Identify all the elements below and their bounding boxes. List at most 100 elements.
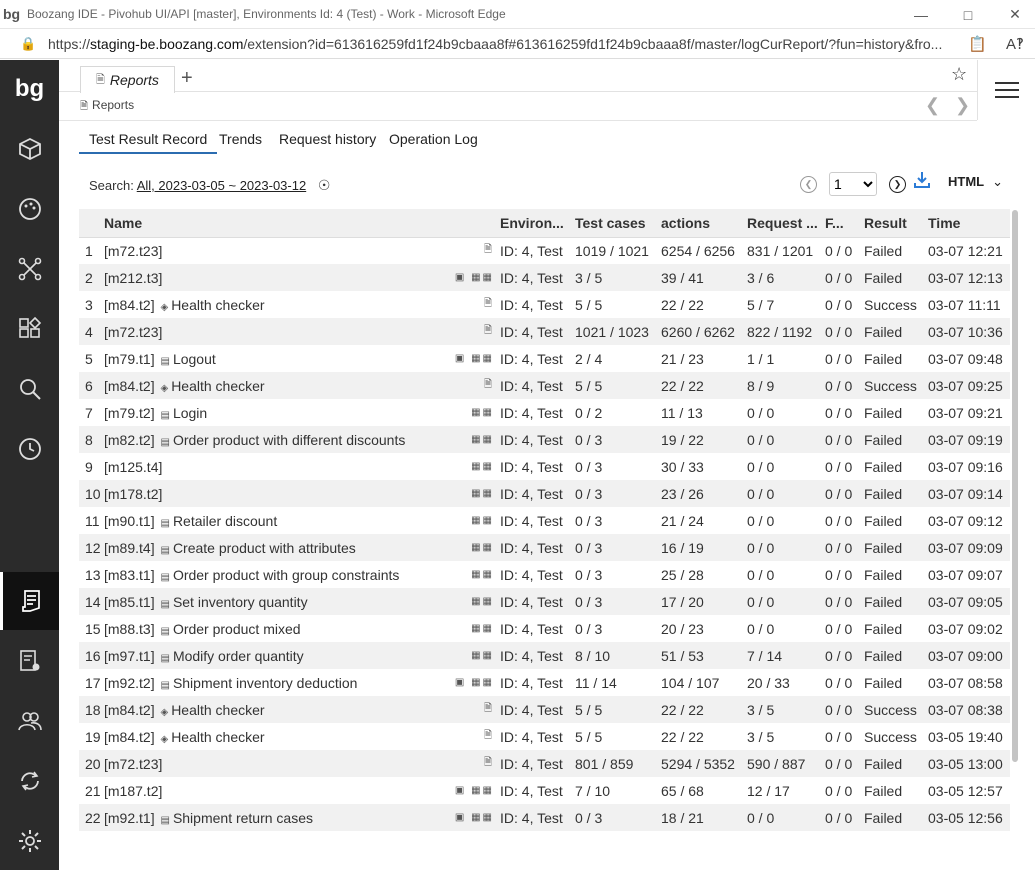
table-row[interactable]: 4 [m72.t23] 🗎 ID: 4, Test 1021 / 1023 6260 /… xyxy=(79,318,1010,345)
table-row[interactable]: 20 [m72.t23] 🗎 ID: 4, Test 801 / 859 5294 / … xyxy=(79,750,1010,777)
col-f[interactable]: F... xyxy=(825,209,864,238)
table-row[interactable]: 14 [m85.t1] ▤ Set inventory quantity ▦▦ ID: … xyxy=(79,588,1010,615)
table-row[interactable]: 6 [m84.t2] ◈ Health checker 🗎 ID: 4, Test 5 /… xyxy=(79,372,1010,399)
table-row[interactable]: 16 [m97.t1] ▤ Modify order quantity ▦▦ ID: 4… xyxy=(79,642,1010,669)
url-field[interactable]: https://staging-be.boozang.com/extension… xyxy=(48,36,948,52)
table-row[interactable]: 19 [m84.t2] ◈ Health checker 🗎 ID: 4, Test 5 … xyxy=(79,723,1010,750)
next-page-icon[interactable]: ❯ xyxy=(889,175,906,193)
scrollbar[interactable] xyxy=(1012,210,1018,762)
row-name[interactable]: [m84.t2] ◈ Health checker xyxy=(104,372,410,399)
row-name[interactable]: [m178.t2] xyxy=(104,480,410,507)
sidebar-item-bugs[interactable] xyxy=(0,632,59,690)
forward-arrow-icon[interactable]: ❯ xyxy=(955,95,970,116)
row-f: 0 / 0 xyxy=(825,674,853,691)
sidebar-item-modules[interactable] xyxy=(0,120,59,178)
row-actions: 18 / 21 xyxy=(661,804,747,831)
close-icon[interactable]: ✕ xyxy=(992,0,1035,29)
table-row[interactable]: 2 [m212.t3] ▣ ▦▦ ID: 4, Test 3 / 5 39 / 41 3 … xyxy=(79,264,1010,291)
sidebar-item-history[interactable] xyxy=(0,420,59,478)
col-time[interactable]: Time xyxy=(928,209,1010,238)
table-row[interactable]: 13 [m83.t1] ▤ Order product with group con… xyxy=(79,561,1010,588)
table-row[interactable]: 8 [m82.t2] ▤ Order product with different … xyxy=(79,426,1010,453)
row-number: 2 xyxy=(79,264,104,291)
row-name[interactable]: [m84.t2] ◈ Health checker xyxy=(104,723,410,750)
row-tags: ▣ ▦▦ xyxy=(410,777,500,804)
sidebar-item-search[interactable] xyxy=(0,360,59,418)
row-name[interactable]: [m85.t1] ▤ Set inventory quantity xyxy=(104,588,410,615)
row-name[interactable]: [m97.t1] ▤ Modify order quantity xyxy=(104,642,410,669)
sidebar-item-components[interactable] xyxy=(0,300,59,358)
row-name[interactable]: [m89.t4] ▤ Create product with attributes xyxy=(104,534,410,561)
data-icon: ▦▦ xyxy=(471,515,494,526)
page-select[interactable]: 1 xyxy=(829,172,877,196)
row-tags: ▣ ▦▦ xyxy=(410,669,500,696)
table-row[interactable]: 12 [m89.t4] ▤ Create product with attribut… xyxy=(79,534,1010,561)
row-name[interactable]: [m212.t3] xyxy=(104,264,410,291)
search-filter-link[interactable]: All, 2023-03-05 ~ 2023-03-12 xyxy=(137,178,306,193)
row-name[interactable]: [m83.t1] ▤ Order product with group const… xyxy=(104,561,410,588)
sidebar-item-flow[interactable] xyxy=(0,240,59,298)
table-row[interactable]: 9 [m125.t4] ▦▦ ID: 4, Test 0 / 3 30 / 33 0 / … xyxy=(79,453,1010,480)
table-row[interactable]: 1 [m72.t23] 🗎 ID: 4, Test 1019 / 1021 6254 /… xyxy=(79,237,1010,264)
minimize-icon[interactable]: — xyxy=(898,0,944,29)
table-row[interactable]: 17 [m92.t2] ▤ Shipment inventory deduction… xyxy=(79,669,1010,696)
tab-test-result-record[interactable]: Test Result Record xyxy=(79,131,218,154)
row-name[interactable]: [m84.t2] ◈ Health checker xyxy=(104,696,410,723)
col-result[interactable]: Result xyxy=(864,209,928,238)
address-bar[interactable]: 🔒 https://staging-be.boozang.com/extensi… xyxy=(0,29,1035,59)
format-dropdown[interactable]: HTML ⌄ xyxy=(948,174,1003,190)
table-row[interactable]: 10 [m178.t2] ▦▦ ID: 4, Test 0 / 3 23 / 26 0 /… xyxy=(79,480,1010,507)
maximize-icon[interactable]: □ xyxy=(945,0,991,29)
sidebar-item-users[interactable] xyxy=(0,692,59,750)
row-name[interactable]: [m72.t23] xyxy=(104,318,410,345)
back-arrow-icon[interactable]: ❮ xyxy=(925,95,940,116)
row-name[interactable]: [m88.t3] ▤ Order product mixed xyxy=(104,615,410,642)
table-row[interactable]: 7 [m79.t2] ▤ Login ▦▦ ID: 4, Test 0 / 2 11 / 1… xyxy=(79,399,1010,426)
tab-operation-log[interactable]: Operation Log xyxy=(389,131,478,152)
row-name[interactable]: [m72.t23] xyxy=(104,237,410,264)
row-tags: ▣ ▦▦ xyxy=(410,804,500,831)
prev-page-icon[interactable]: ❮ xyxy=(800,175,817,193)
tab-trends[interactable]: Trends xyxy=(219,131,262,152)
row-name[interactable]: [m72.t23] xyxy=(104,750,410,777)
col-actions[interactable]: actions xyxy=(661,209,747,238)
table-row[interactable]: 18 [m84.t2] ◈ Health checker 🗎 ID: 4, Test 5 … xyxy=(79,696,1010,723)
table-row[interactable]: 3 [m84.t2] ◈ Health checker 🗎 ID: 4, Test 5 /… xyxy=(79,291,1010,318)
row-name[interactable]: [m92.t2] ▤ Shipment inventory deduction xyxy=(104,669,410,696)
row-name[interactable]: [m84.t2] ◈ Health checker xyxy=(104,291,410,318)
row-name[interactable]: [m92.t1] ▤ Shipment return cases xyxy=(104,804,410,831)
sidebar-item-settings[interactable] xyxy=(0,812,59,870)
menu-button[interactable] xyxy=(977,60,1035,120)
col-environment[interactable]: Environ... xyxy=(500,209,575,238)
test-title: Health checker xyxy=(171,377,265,394)
tab-request-history[interactable]: Request history xyxy=(279,131,376,152)
read-aloud-icon[interactable]: A‽ xyxy=(1006,35,1024,53)
download-icon[interactable] xyxy=(913,171,931,194)
row-name[interactable]: [m79.t1] ▤ Logout xyxy=(104,345,410,372)
tab-reports[interactable]: 🗎 Reports xyxy=(80,66,175,93)
star-icon[interactable]: ☆ xyxy=(951,64,967,85)
sidebar-logo[interactable]: bg xyxy=(0,60,59,118)
filter-reset-icon[interactable]: ☉ xyxy=(318,177,331,193)
table-row[interactable]: 11 [m90.t1] ▤ Retailer discount ▦▦ ID: 4, Te… xyxy=(79,507,1010,534)
test-title: Shipment inventory deduction xyxy=(172,674,358,691)
row-name[interactable]: [m125.t4] xyxy=(104,453,410,480)
row-name[interactable]: [m187.t2] xyxy=(104,777,410,804)
sidebar-item-reports[interactable] xyxy=(0,572,59,630)
table-row[interactable]: 5 [m79.t1] ▤ Logout ▣ ▦▦ ID: 4, Test 2 / 4 21 … xyxy=(79,345,1010,372)
row-name[interactable]: [m82.t2] ▤ Order product with different d… xyxy=(104,426,410,453)
row-name[interactable]: [m79.t2] ▤ Login xyxy=(104,399,410,426)
sidebar-item-sync[interactable] xyxy=(0,752,59,810)
sidebar-item-palette[interactable] xyxy=(0,180,59,238)
table-row[interactable]: 21 [m187.t2] ▣ ▦▦ ID: 4, Test 7 / 10 65 / 68… xyxy=(79,777,1010,804)
table-row[interactable]: 15 [m88.t3] ▤ Order product mixed ▦▦ ID: 4, … xyxy=(79,615,1010,642)
row-name[interactable]: [m90.t1] ▤ Retailer discount xyxy=(104,507,410,534)
col-requests[interactable]: Request ... xyxy=(747,209,825,238)
add-tab-button[interactable]: + xyxy=(181,68,193,88)
col-name[interactable]: Name xyxy=(104,209,410,238)
table-row[interactable]: 22 [m92.t1] ▤ Shipment return cases ▣ ▦▦ ID:… xyxy=(79,804,1010,831)
data-icon: ▦▦ xyxy=(471,461,494,472)
collections-icon[interactable]: 📋 xyxy=(968,35,987,53)
col-test-cases[interactable]: Test cases xyxy=(575,209,661,238)
row-test-cases: 1019 / 1021 xyxy=(575,242,649,259)
